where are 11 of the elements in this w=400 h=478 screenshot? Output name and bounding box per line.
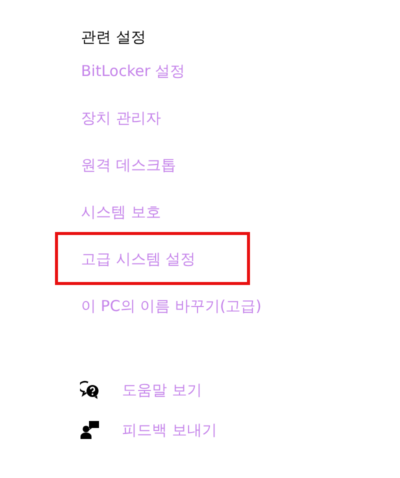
help-link[interactable]: 도움말 보기	[122, 380, 202, 400]
section-title: 관련 설정	[81, 27, 146, 47]
settings-link[interactable]: 원격 데스크톱	[81, 154, 176, 174]
help-icon	[80, 380, 100, 400]
feedback-link[interactable]: 피드백 보내기	[122, 420, 217, 440]
settings-link[interactable]: 시스템 보호	[81, 202, 161, 222]
settings-link[interactable]: 장치 관리자	[81, 108, 161, 128]
settings-link[interactable]: 고급 시스템 설정	[81, 248, 196, 268]
feedback-icon	[80, 420, 100, 440]
settings-link[interactable]: BitLocker 설정	[81, 60, 186, 80]
settings-link[interactable]: 이 PC의 이름 바꾸기(고급)	[81, 296, 262, 316]
